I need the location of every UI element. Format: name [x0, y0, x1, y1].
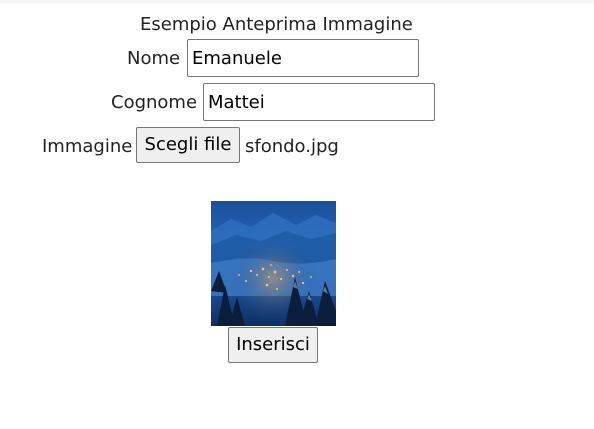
- page-title: Esempio Anteprima Immagine: [140, 14, 413, 35]
- nome-label: Nome: [127, 48, 181, 69]
- image-preview: [211, 201, 336, 326]
- choose-file-button[interactable]: Scegli file: [136, 127, 240, 163]
- selected-file-name: sfondo.jpg: [245, 136, 339, 157]
- nome-input[interactable]: [187, 39, 419, 77]
- top-border: [0, 0, 594, 3]
- insert-button[interactable]: Inserisci: [228, 327, 318, 363]
- immagine-label: Immagine: [42, 136, 133, 157]
- cognome-label: Cognome: [111, 92, 198, 113]
- cognome-input[interactable]: [203, 83, 435, 121]
